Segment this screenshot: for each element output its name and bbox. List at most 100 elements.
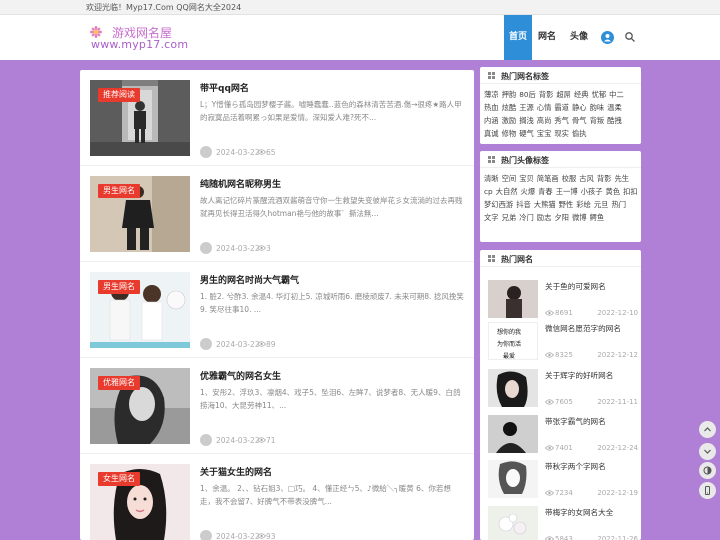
category-badge[interactable]: 男生网名 <box>98 184 140 198</box>
tag-link[interactable]: 清晰 <box>483 172 500 185</box>
hot-name-title[interactable]: 带梅字的女网名大全 <box>545 507 613 518</box>
tag-link[interactable]: 经典 <box>573 88 590 101</box>
scroll-down-button[interactable] <box>699 443 716 460</box>
tag-link[interactable]: 超屌 <box>555 88 572 101</box>
tag-link[interactable]: 夕阳 <box>553 211 570 224</box>
hot-name-item[interactable]: 关于辉字的好听网名 7605 2022-11-11 <box>488 369 638 407</box>
tag-link[interactable]: 押韵 <box>501 88 518 101</box>
tag-link[interactable]: 内涵 <box>483 114 500 127</box>
tag-link[interactable]: 骨气 <box>571 114 588 127</box>
site-logo-url[interactable]: www.myp17.com <box>91 38 188 51</box>
tag-link[interactable]: 秀气 <box>553 114 570 127</box>
tag-link[interactable]: 大自然 <box>495 185 519 198</box>
article-item[interactable]: 女生网名 关于猫女生的网名 1、余温。 2、、钻石姐3、□巧。 4、懂正经ㄣ5、… <box>80 454 474 540</box>
tag-link[interactable]: 薄凉 <box>483 88 500 101</box>
hot-name-title[interactable]: 关于辉字的好听网名 <box>545 370 613 381</box>
article-thumbnail[interactable]: 男生网名 <box>90 272 190 348</box>
tag-link[interactable]: 励志 <box>536 211 553 224</box>
tag-link[interactable]: 古风 <box>578 172 595 185</box>
tag-link[interactable]: 背叛 <box>589 114 606 127</box>
tag-link[interactable]: 宝贝 <box>518 172 535 185</box>
tag-link[interactable]: 青春 <box>537 185 554 198</box>
tag-link[interactable]: 搁浅 <box>518 114 535 127</box>
article-thumbnail[interactable]: 推荐阅读 <box>90 80 190 156</box>
tag-link[interactable]: 鳄鱼 <box>589 211 606 224</box>
nav-avatar[interactable]: 头像 <box>567 15 591 60</box>
tag-link[interactable]: 王一博 <box>555 185 579 198</box>
nav-names[interactable]: 网名 <box>536 15 558 60</box>
tag-link[interactable]: 兄弟 <box>501 211 518 224</box>
tag-link[interactable]: cp <box>483 185 494 198</box>
article-thumbnail[interactable]: 男生网名 <box>90 176 190 252</box>
tag-link[interactable]: 冷门 <box>518 211 535 224</box>
tag-link[interactable]: 大熊猫 <box>533 198 557 211</box>
article-title[interactable]: 男生的网名时尚大气霸气 <box>200 273 299 286</box>
article-title[interactable]: 优雅霸气的网名女生 <box>200 369 281 382</box>
tag-link[interactable]: 王源 <box>518 101 535 114</box>
hot-name-thumbnail[interactable] <box>488 280 538 318</box>
tag-link[interactable]: 黄色 <box>605 185 622 198</box>
tag-link[interactable]: 中二 <box>608 88 625 101</box>
tag-link[interactable]: 小孩子 <box>580 185 604 198</box>
tag-link[interactable]: 简笔画 <box>536 172 560 185</box>
tag-link[interactable]: 背影 <box>538 88 555 101</box>
category-badge[interactable]: 推荐阅读 <box>98 88 140 102</box>
hot-name-item[interactable]: 带秋字两个字网名 7234 2022-12-19 <box>488 460 638 498</box>
hot-name-title[interactable]: 带秋字两个字网名 <box>545 461 606 472</box>
user-login-button[interactable] <box>601 31 614 44</box>
article-item[interactable]: 男生网名 男生的网名时尚大气霸气 1. 脏2. 兮酢3. 余温4. 华灯初上5.… <box>80 262 474 358</box>
tag-link[interactable]: 火爆 <box>520 185 537 198</box>
article-thumbnail[interactable]: 优雅网名 <box>90 368 190 444</box>
hot-name-title[interactable]: 关于鱼的可爱网名 <box>545 281 606 292</box>
tag-link[interactable]: 校服 <box>561 172 578 185</box>
tag-link[interactable]: 高尚 <box>536 114 553 127</box>
article-thumbnail[interactable]: 女生网名 <box>90 464 190 540</box>
category-badge[interactable]: 优雅网名 <box>98 376 140 390</box>
tag-link[interactable]: 炫酷 <box>501 101 518 114</box>
tag-link[interactable]: 酷拽 <box>606 114 623 127</box>
theme-toggle-button[interactable] <box>699 462 716 479</box>
hot-name-item[interactable]: 想你的我 为你而活 最爱 微信网名愿范字的网名 8325 2022-12-12 <box>488 322 638 360</box>
article-item[interactable]: 推荐阅读 带平qq网名 L；Y憎懂ら孤岛园梦樱子酱。嘘睡蠢蠢‥蓝色的森林清苦苦酒… <box>80 70 474 166</box>
tag-link[interactable]: 微博 <box>571 211 588 224</box>
hot-name-thumbnail[interactable] <box>488 460 538 498</box>
article-item[interactable]: 优雅网名 优雅霸气的网名女生 1、安彤2、浮玖3、凛烟4、戏子5、坠泪6、左眸7… <box>80 358 474 454</box>
hot-name-item[interactable]: 关于鱼的可爱网名 8691 2022-12-10 <box>488 280 638 318</box>
nav-home[interactable]: 首页 <box>504 15 532 60</box>
category-badge[interactable]: 女生网名 <box>98 472 140 486</box>
tag-link[interactable]: 静心 <box>571 101 588 114</box>
category-badge[interactable]: 男生网名 <box>98 280 140 294</box>
tag-link[interactable]: 扣扣 <box>622 185 639 198</box>
tag-link[interactable]: 背影 <box>596 172 613 185</box>
tag-link[interactable]: 偷执 <box>571 127 588 140</box>
article-item[interactable]: 男生网名 纯随机网名昵称男生 故人离记忆碎片篆醒流酒双酱萌音守你一生救望失变彼岸… <box>80 166 474 262</box>
tag-link[interactable]: 抖音 <box>515 198 532 211</box>
tag-link[interactable]: 温柔 <box>606 101 623 114</box>
mobile-qr-button[interactable] <box>699 482 716 499</box>
search-icon[interactable] <box>624 31 636 43</box>
tag-link[interactable]: 空间 <box>501 172 518 185</box>
hot-name-title[interactable]: 微信网名愿范字的网名 <box>545 323 621 334</box>
tag-link[interactable]: 霸道 <box>553 101 570 114</box>
scroll-up-button[interactable] <box>699 421 716 438</box>
hot-name-item[interactable]: 带张字霸气的网名 7401 2022-12-24 <box>488 415 638 453</box>
hot-name-thumbnail[interactable] <box>488 506 538 540</box>
hot-name-thumbnail[interactable] <box>488 369 538 407</box>
hot-name-thumbnail[interactable] <box>488 415 538 453</box>
tag-link[interactable]: 韵味 <box>589 101 606 114</box>
tag-link[interactable]: 热门 <box>610 198 627 211</box>
tag-link[interactable]: 80后 <box>518 88 537 101</box>
tag-link[interactable]: 梦幻西游 <box>483 198 514 211</box>
tag-link[interactable]: 真诚 <box>483 127 500 140</box>
tag-link[interactable]: 忧郁 <box>591 88 608 101</box>
hot-name-title[interactable]: 带张字霸气的网名 <box>545 416 606 427</box>
tag-link[interactable]: 先生 <box>613 172 630 185</box>
tag-link[interactable]: 硬气 <box>518 127 535 140</box>
tag-link[interactable]: 热血 <box>483 101 500 114</box>
tag-link[interactable]: 野性 <box>558 198 575 211</box>
hot-name-item[interactable]: 带梅字的女网名大全 5843 2022-11-26 <box>488 506 638 540</box>
article-title[interactable]: 纯随机网名昵称男生 <box>200 177 281 190</box>
tag-link[interactable]: 现实 <box>553 127 570 140</box>
tag-link[interactable]: 心情 <box>536 101 553 114</box>
tag-link[interactable]: 文字 <box>483 211 500 224</box>
